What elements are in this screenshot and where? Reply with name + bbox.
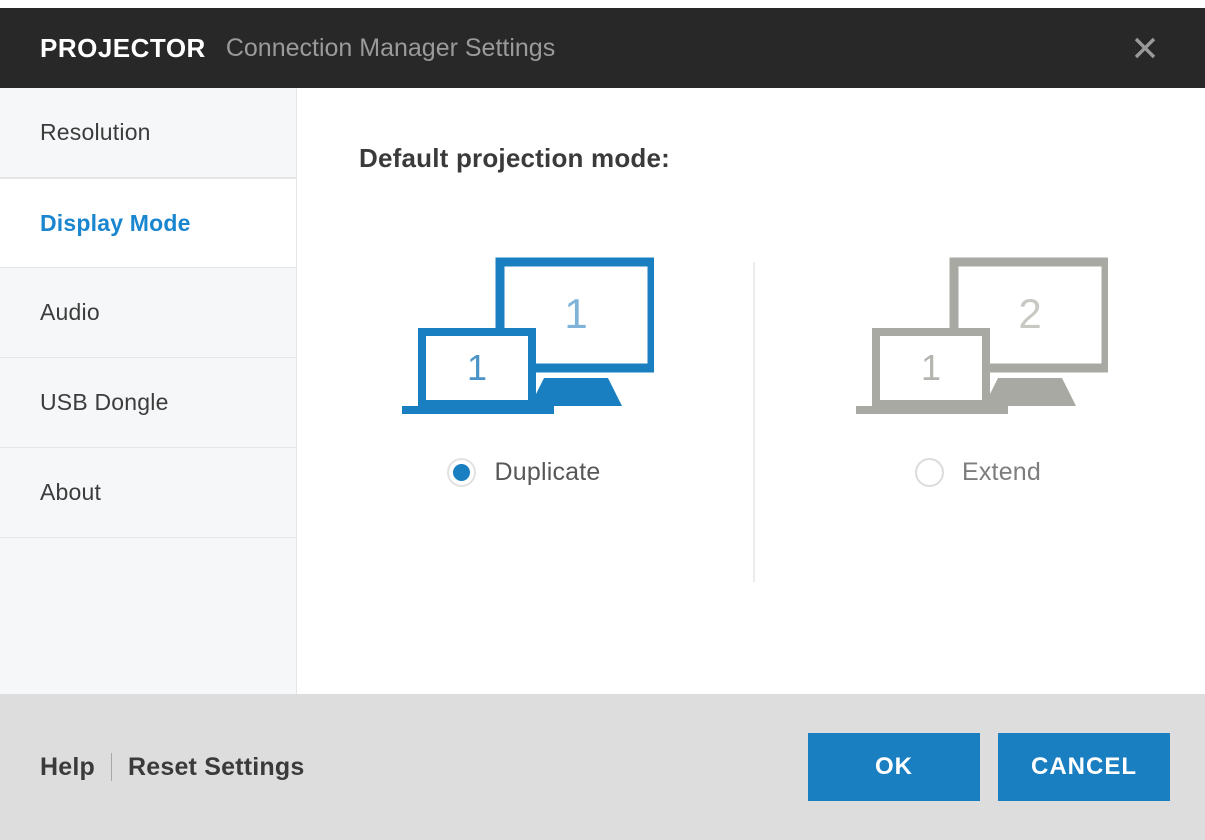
option-duplicate[interactable]: 1 1 Duplicate (297, 238, 751, 578)
sidebar-item-label: USB Dongle (40, 389, 169, 415)
window-title: Connection Manager Settings (225, 33, 556, 62)
sidebar-item-label: About (40, 479, 102, 505)
monitor-number: 2 (1018, 290, 1041, 337)
ok-button[interactable]: OK (808, 733, 980, 801)
option-extend[interactable]: 2 1 Extend (751, 238, 1205, 578)
app-brand: PROJECTOR (40, 32, 206, 63)
footer-divider (110, 753, 112, 781)
extend-displays-icon: 2 1 (848, 250, 1108, 430)
sidebar: Resolution Display Mode Audio USB Dongle… (0, 88, 297, 694)
reset-settings-link[interactable]: Reset Settings (128, 753, 304, 782)
close-icon[interactable] (1125, 28, 1165, 68)
sidebar-item-usb-dongle[interactable]: USB Dongle (0, 358, 296, 448)
cancel-button[interactable]: CANCEL (998, 733, 1170, 801)
radio-button-extend[interactable] (914, 458, 944, 487)
radio-duplicate[interactable]: Duplicate (447, 458, 600, 487)
sidebar-item-about[interactable]: About (0, 448, 296, 538)
duplicate-displays-icon: 1 1 (394, 250, 654, 430)
radio-label-extend: Extend (961, 458, 1042, 486)
sidebar-item-resolution[interactable]: Resolution (0, 88, 296, 178)
footer-links: Help Reset Settings (40, 753, 304, 782)
help-link[interactable]: Help (40, 753, 95, 782)
radio-extend[interactable]: Extend (914, 458, 1042, 487)
projector-settings-window: PROJECTOR Connection Manager Settings Re… (0, 0, 1205, 840)
content-area: Resolution Display Mode Audio USB Dongle… (0, 88, 1205, 694)
radio-button-duplicate[interactable] (447, 458, 477, 487)
laptop-number: 1 (921, 347, 941, 388)
sidebar-empty-space (0, 538, 296, 694)
footer-buttons: OK CANCEL (808, 733, 1170, 801)
radio-dot (453, 464, 471, 481)
sidebar-item-label: Resolution (40, 119, 151, 145)
sidebar-item-label: Audio (40, 299, 100, 325)
sidebar-item-audio[interactable]: Audio (0, 268, 296, 358)
main-panel: Default projection mode: 1 1 Duplicate 2… (297, 88, 1205, 694)
title-bar: PROJECTOR Connection Manager Settings (0, 8, 1205, 88)
page-title: Default projection mode: (359, 143, 671, 173)
radio-label-duplicate: Duplicate (494, 458, 601, 486)
laptop-number: 1 (467, 347, 487, 388)
projection-mode-options: 1 1 Duplicate 2 1 Extend (297, 238, 1205, 582)
sidebar-item-display-mode[interactable]: Display Mode (0, 178, 296, 268)
monitor-number: 1 (564, 290, 587, 337)
footer-bar: Help Reset Settings OK CANCEL (0, 694, 1205, 840)
sidebar-item-label: Display Mode (40, 209, 191, 236)
